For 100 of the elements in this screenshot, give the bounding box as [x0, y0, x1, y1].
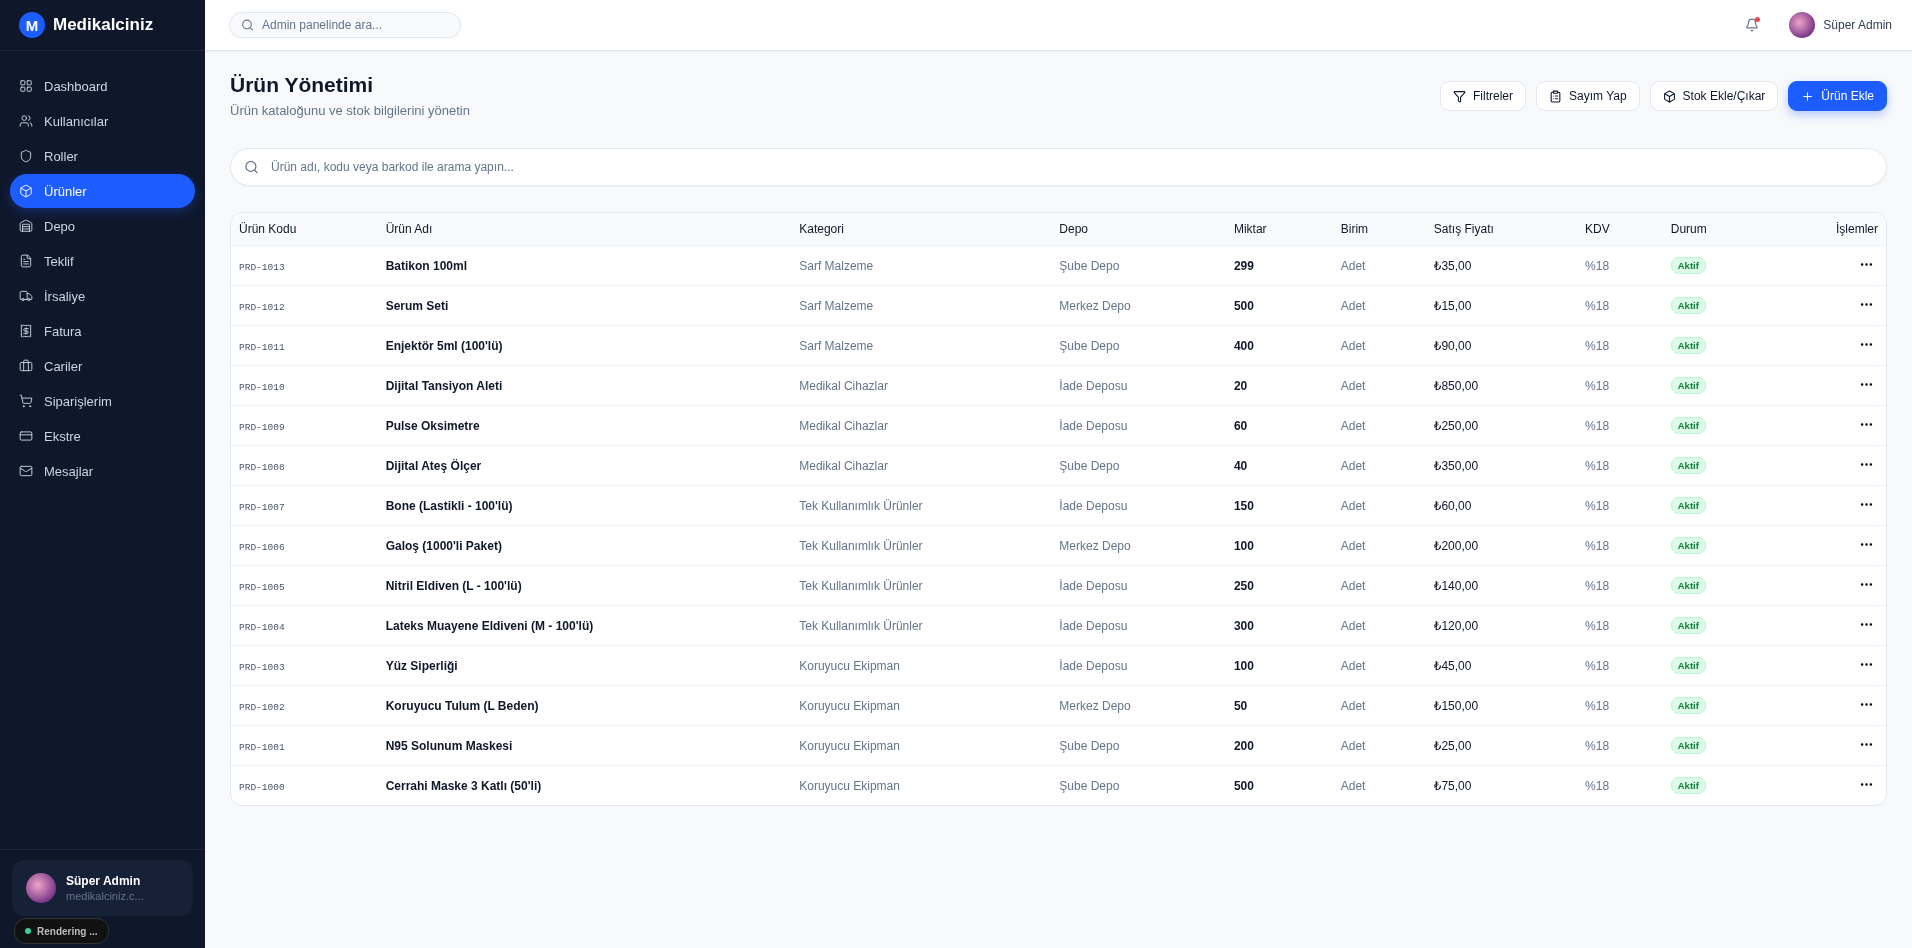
- depot: Merkez Depo: [1059, 538, 1131, 553]
- price: ₺250,00: [1433, 418, 1479, 433]
- depot: İade Deposu: [1059, 618, 1128, 633]
- column-header: Ürün Kodu: [231, 213, 378, 246]
- receipt-icon: [19, 324, 33, 338]
- unit: Adet: [1340, 658, 1366, 673]
- product-code: PRD-1003: [239, 661, 285, 673]
- category: Sarf Malzeme: [799, 258, 874, 273]
- cube-icon: [19, 184, 33, 198]
- category: Tek Kullanımlık Ürünler: [799, 578, 923, 593]
- clipboard-icon: [1549, 89, 1562, 103]
- sidebar-item[interactable]: Depo: [10, 209, 195, 243]
- unit: Adet: [1340, 738, 1366, 753]
- cube-icon: [1662, 89, 1676, 103]
- avatar[interactable]: [1789, 12, 1816, 38]
- sidebar-item[interactable]: Roller: [10, 139, 195, 173]
- status-badge: Aktif: [1670, 257, 1706, 274]
- warehouse-icon: [19, 219, 33, 233]
- price: ₺350,00: [1433, 458, 1479, 473]
- status-badge: Aktif: [1670, 617, 1706, 634]
- action-button[interactable]: Ürün Ekle: [1788, 81, 1887, 111]
- sidebar-item[interactable]: Siparişlerim: [10, 384, 195, 418]
- user-name: Süper Admin: [66, 874, 142, 888]
- product-name: Enjektör 5ml (100'lü): [385, 338, 503, 353]
- column-header: Birim: [1332, 213, 1426, 246]
- product-name: Bone (Lastikli - 100'lü): [385, 498, 513, 513]
- action-button[interactable]: Filtreler: [1440, 81, 1526, 111]
- column-header: Durum: [1662, 213, 1828, 246]
- unit: Adet: [1340, 338, 1366, 353]
- truck-icon: [19, 289, 33, 303]
- price: ₺200,00: [1433, 538, 1479, 553]
- quantity: 400: [1233, 338, 1254, 353]
- product-code: PRD-1013: [239, 261, 285, 273]
- category: Tek Kullanımlık Ürünler: [799, 618, 923, 633]
- status-badge: Aktif: [1670, 697, 1706, 714]
- product-name: Cerrahi Maske 3 Katlı (50'li): [385, 778, 542, 793]
- sidebar-item[interactable]: Ürünler: [10, 174, 195, 208]
- page-title: Ürün Yönetimi: [230, 73, 375, 97]
- mail-icon: [19, 464, 33, 478]
- price: ₺60,00: [1433, 498, 1472, 513]
- status-badge: Aktif: [1670, 497, 1706, 514]
- status-badge: Aktif: [1670, 657, 1706, 674]
- sidebar-item[interactable]: Dashboard: [10, 69, 195, 103]
- bell-icon[interactable]: [1745, 18, 1760, 32]
- unit: Adet: [1340, 778, 1366, 793]
- sidebar-item[interactable]: Teklif: [10, 244, 195, 278]
- user-email: medikalciniz.c...: [66, 890, 144, 902]
- search-icon: [241, 18, 254, 32]
- briefcase-icon: [19, 359, 33, 373]
- vat: %18: [1585, 578, 1610, 593]
- vat: %18: [1585, 338, 1610, 353]
- search-field[interactable]: Admin panelinde ara...: [229, 12, 461, 38]
- sidebar-item[interactable]: İrsaliye: [10, 279, 195, 313]
- vat: %18: [1585, 458, 1610, 473]
- product-code: PRD-1004: [239, 621, 285, 633]
- category: Koruyucu Ekipman: [799, 698, 900, 713]
- user-card[interactable]: Süper Admin medikalciniz.c...: [12, 860, 193, 916]
- depot: İade Deposu: [1059, 658, 1128, 673]
- sidebar-item[interactable]: Cariler: [10, 349, 195, 383]
- action-button[interactable]: Stok Ekle/Çıkar: [1649, 81, 1779, 111]
- product-code: PRD-1002: [239, 701, 285, 713]
- status-badge: Aktif: [1670, 577, 1706, 594]
- sidebar-item[interactable]: Ekstre: [10, 419, 195, 453]
- column-header: Ürün Adı: [377, 213, 792, 246]
- action-button[interactable]: Sayım Yap: [1536, 81, 1640, 111]
- status-badge: Aktif: [1670, 457, 1706, 474]
- vat: %18: [1585, 498, 1610, 513]
- sidebar-item[interactable]: Fatura: [10, 314, 195, 348]
- category: Tek Kullanımlık Ürünler: [799, 538, 923, 553]
- vat: %18: [1585, 698, 1610, 713]
- unit: Adet: [1340, 698, 1366, 713]
- depot: Şube Depo: [1059, 778, 1120, 793]
- product-name: Lateks Muayene Eldiveni (M - 100'lü): [385, 618, 594, 633]
- status-badge: Aktif: [1670, 417, 1706, 434]
- price: ₺140,00: [1433, 578, 1479, 593]
- category: Sarf Malzeme: [799, 338, 874, 353]
- sidebar-item[interactable]: Mesajlar: [10, 454, 195, 488]
- users-icon: [19, 114, 33, 128]
- user-name[interactable]: Süper Admin: [1823, 18, 1892, 32]
- category: Koruyucu Ekipman: [799, 778, 900, 793]
- unit: Adet: [1340, 418, 1366, 433]
- sidebar-item[interactable]: Kullanıcılar: [10, 104, 195, 138]
- price: ₺90,00: [1433, 338, 1472, 353]
- price: ₺120,00: [1433, 618, 1479, 633]
- category: Koruyucu Ekipman: [799, 738, 900, 753]
- unit: Adet: [1340, 298, 1366, 313]
- category: Sarf Malzeme: [799, 298, 874, 313]
- product-name: Pulse Oksimetre: [385, 418, 480, 433]
- product-code: PRD-1006: [239, 541, 285, 553]
- quantity: 250: [1233, 578, 1254, 593]
- price: ₺35,00: [1433, 258, 1472, 273]
- product-search-field[interactable]: Ürün adı, kodu veya barkod ile arama yapın...: [230, 148, 1887, 186]
- quantity: 20: [1233, 378, 1248, 393]
- search-icon: [244, 159, 259, 175]
- quantity: 100: [1233, 658, 1254, 673]
- product-code: PRD-1008: [239, 461, 285, 473]
- quantity: 60: [1233, 418, 1248, 433]
- unit: Adet: [1340, 258, 1366, 273]
- status-badge: Aktif: [1670, 537, 1706, 554]
- depot: İade Deposu: [1059, 578, 1128, 593]
